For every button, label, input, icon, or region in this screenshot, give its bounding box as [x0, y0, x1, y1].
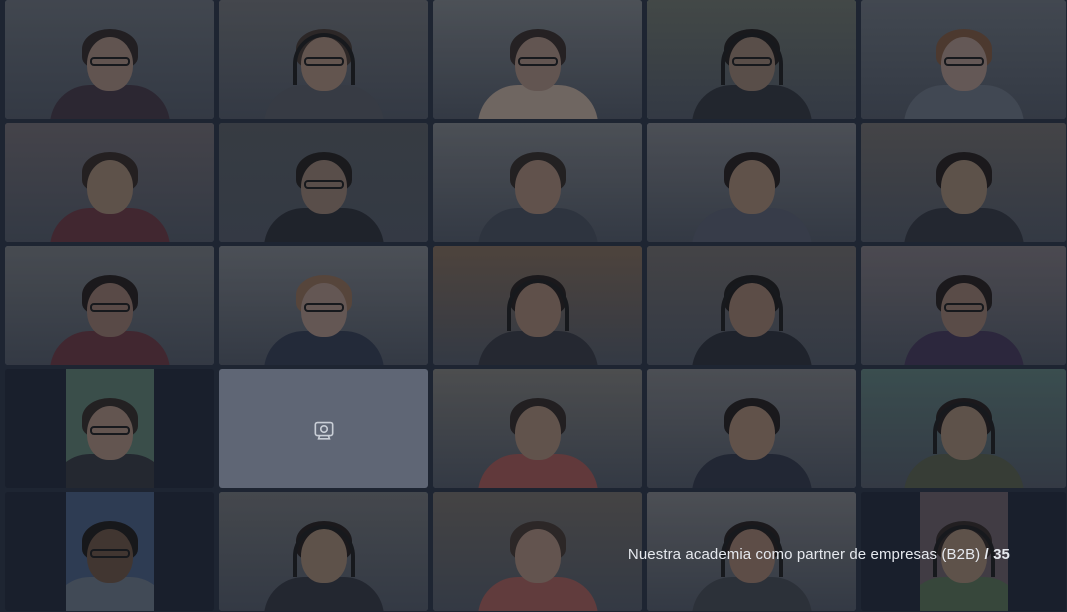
participant-tile[interactable] [5, 123, 214, 242]
participant-tile[interactable] [647, 0, 856, 119]
participant-tile[interactable] [433, 369, 642, 488]
participant-tile[interactable] [5, 492, 214, 611]
participant-tile[interactable] [219, 492, 428, 611]
participant-tile[interactable] [433, 492, 642, 611]
participant-tile[interactable] [861, 0, 1066, 119]
participant-tile[interactable] [647, 123, 856, 242]
participant-tile[interactable] [647, 369, 856, 488]
camera-off-icon [314, 421, 333, 440]
participant-tile[interactable] [5, 246, 214, 365]
participant-tile[interactable] [219, 246, 428, 365]
participant-tile[interactable] [433, 123, 642, 242]
participant-tile[interactable] [5, 369, 214, 488]
participant-tile[interactable] [219, 369, 428, 488]
participant-tile[interactable] [861, 369, 1066, 488]
participant-tile[interactable] [433, 246, 642, 365]
participant-tile[interactable] [219, 0, 428, 119]
slide-caption: Nuestra academia como partner de empresa… [628, 546, 1010, 563]
participant-tile[interactable] [861, 246, 1066, 365]
slide-title: Nuestra academia como partner de empresa… [627, 546, 981, 563]
slide-separator: / [984, 546, 989, 563]
participant-tile[interactable] [5, 0, 214, 119]
participant-tile[interactable] [219, 123, 428, 242]
participant-tile[interactable] [861, 123, 1066, 242]
video-grid [5, 0, 1067, 612]
participant-tile[interactable] [647, 246, 856, 365]
participant-tile[interactable] [433, 0, 642, 119]
slide-page-number: 35 [993, 546, 1010, 563]
